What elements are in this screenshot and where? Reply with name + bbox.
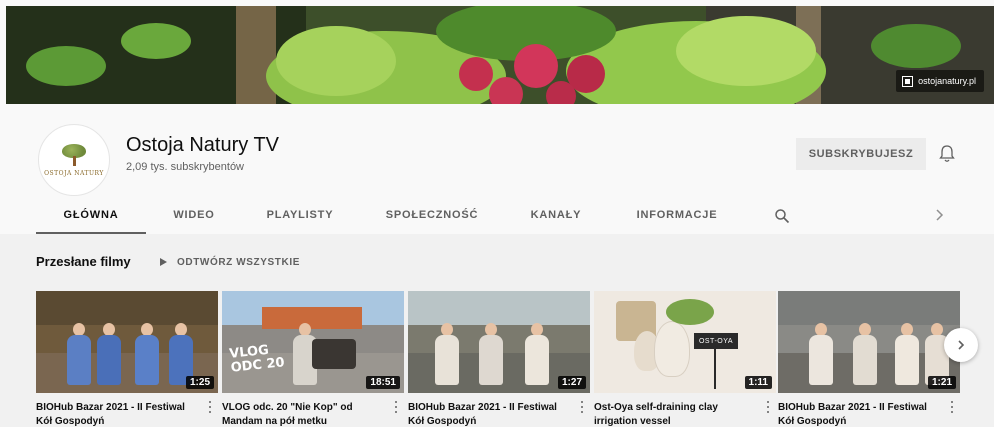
play-all-button[interactable]: ODTWÓRZ WSZYSTKIE	[160, 252, 300, 272]
video-duration: 1:21	[927, 376, 956, 389]
tab-home[interactable]: GŁÓWNA	[36, 196, 146, 234]
video-title[interactable]: Ost-Oya self-draining clay irrigation ve…	[594, 401, 754, 427]
channel-banner: ostojanatury.pl	[6, 6, 994, 104]
more-vert-icon[interactable]	[766, 401, 770, 415]
video-thumbnail[interactable]: 1:27	[408, 291, 590, 393]
video-thumbnail[interactable]: VLOG ODC 20 18:51	[222, 291, 404, 393]
banner-link-text: ostojanatury.pl	[918, 76, 976, 86]
more-vert-icon[interactable]	[208, 401, 212, 415]
more-vert-icon[interactable]	[394, 401, 398, 415]
video-title[interactable]: BIOHub Bazar 2021 - II Festiwal Kół Gosp…	[36, 401, 196, 427]
video-thumbnail[interactable]: 1:21	[778, 291, 960, 393]
play-all-label: ODTWÓRZ WSZYSTKIE	[177, 256, 300, 268]
subscribe-button[interactable]: SUBSKRYBUJESZ	[796, 138, 926, 170]
more-vert-icon[interactable]	[580, 401, 584, 415]
bell-icon[interactable]	[938, 144, 956, 164]
more-vert-icon[interactable]	[950, 401, 954, 415]
video-card[interactable]: VLOG ODC 20 18:51 VLOG odc. 20 "Nie Kop"…	[222, 291, 404, 427]
banner-website-link[interactable]: ostojanatury.pl	[896, 70, 984, 92]
banner-image	[6, 6, 994, 104]
tab-videos[interactable]: WIDEO	[158, 196, 230, 234]
link-icon	[902, 75, 914, 87]
thumbnail-overlay-text: VLOG ODC 20	[228, 342, 286, 376]
tab-playlists[interactable]: PLAYLISTY	[252, 196, 348, 234]
search-icon[interactable]	[774, 208, 790, 224]
tree-logo-icon	[62, 143, 86, 166]
video-duration: 18:51	[366, 376, 400, 389]
video-thumbnail[interactable]: OST-OYA 1:11	[594, 291, 776, 393]
tab-channels[interactable]: KANAŁY	[518, 196, 594, 234]
channel-header: OSTOJA NATURY Ostoja Natury TV 2,09 tys.…	[0, 104, 994, 234]
video-title[interactable]: BIOHub Bazar 2021 - II Festiwal Kół Gosp…	[778, 401, 938, 427]
chevron-right-icon	[958, 340, 965, 350]
uploads-shelf: Przesłane filmy ODTWÓRZ WSZYSTKIE 1:25 B…	[0, 234, 994, 427]
video-card[interactable]: 1:27 BIOHub Bazar 2021 - II Festiwal Kół…	[408, 291, 590, 427]
play-icon	[160, 258, 167, 266]
video-duration: 1:27	[557, 376, 586, 389]
thumbnail-sign-text: OST-OYA	[694, 333, 738, 349]
avatar-brand-text: OSTOJA NATURY	[44, 169, 104, 177]
channel-avatar[interactable]: OSTOJA NATURY	[38, 124, 110, 196]
chevron-right-icon[interactable]	[930, 206, 948, 224]
video-duration: 1:11	[744, 376, 772, 389]
tab-community[interactable]: SPOŁECZNOŚĆ	[372, 196, 492, 234]
video-thumbnail[interactable]: 1:25	[36, 291, 218, 393]
video-title[interactable]: BIOHub Bazar 2021 - II Festiwal Kół Gosp…	[408, 401, 568, 427]
video-title[interactable]: VLOG odc. 20 "Nie Kop" od Mandam na pół …	[222, 401, 382, 427]
shelf-title: Przesłane filmy	[36, 254, 131, 269]
video-duration: 1:25	[185, 376, 214, 389]
video-card[interactable]: 1:21 BIOHub Bazar 2021 - II Festiwal Kół…	[778, 291, 960, 427]
subscriber-count: 2,09 tys. subskrybentów	[126, 161, 245, 173]
video-card[interactable]: 1:25 BIOHub Bazar 2021 - II Festiwal Kół…	[36, 291, 218, 427]
tab-about[interactable]: INFORMACJE	[622, 196, 732, 234]
video-card[interactable]: OST-OYA 1:11 Ost-Oya self-draining clay …	[594, 291, 776, 427]
carousel-next-button[interactable]	[944, 328, 978, 362]
channel-name: Ostoja Natury TV	[126, 134, 280, 156]
channel-tabs: GŁÓWNA WIDEO PLAYLISTY SPOŁECZNOŚĆ KANAŁ…	[0, 196, 994, 234]
